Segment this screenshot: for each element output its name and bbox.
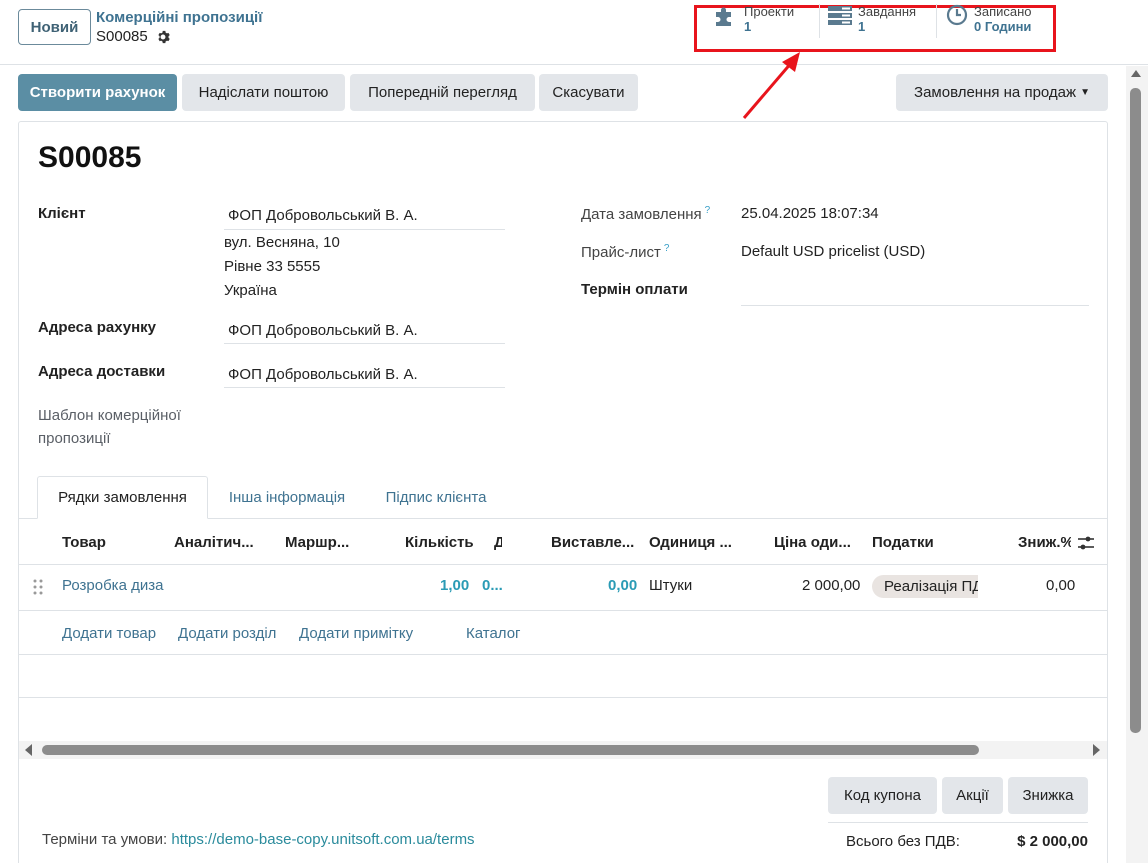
timesheet-hours: 0 Години [974, 19, 1032, 34]
row-uom[interactable]: Штуки [649, 577, 692, 594]
column-settings-icon[interactable] [1077, 535, 1095, 551]
client-address-country: Україна [224, 282, 277, 299]
tasks-count: 1 [858, 19, 866, 34]
help-icon[interactable]: ? [705, 205, 711, 216]
delivery-address-label: Адреса доставки [38, 363, 166, 380]
col-uom[interactable]: Одиниця ... [649, 534, 732, 551]
scroll-left-icon[interactable] [25, 744, 32, 756]
client-field[interactable]: ФОП Добровольський В. А. [228, 207, 418, 224]
quotation-template-label: Шаблон комерційної пропозиції [38, 407, 181, 447]
payment-terms-field[interactable] [741, 305, 1089, 306]
terms-and-conditions: Терміни та умови: https://demo-base-copy… [42, 831, 475, 848]
order-date-label: Дата замовлення? [581, 205, 711, 223]
breadcrumb: Комерційні пропозиції S00085 [96, 9, 262, 45]
row-unit-price[interactable]: 2 000,00 [802, 577, 860, 594]
new-button[interactable]: Новий [18, 9, 91, 45]
cancel-button[interactable]: Скасувати [539, 74, 638, 111]
breadcrumb-current: S00085 [96, 28, 148, 45]
row-product[interactable]: Розробка диза [62, 577, 163, 594]
pricelist-field[interactable]: Default USD pricelist (USD) [741, 243, 925, 260]
catalog-link[interactable]: Каталог [466, 625, 521, 642]
col-quantity[interactable]: Кількість [405, 534, 474, 551]
preview-button[interactable]: Попередній перегляд [350, 74, 535, 111]
sales-order-menu-label: Замовлення на продаж [914, 84, 1077, 101]
client-address-city: Рівне 33 5555 [224, 258, 321, 275]
client-label: Клієнт [38, 205, 86, 222]
add-product-link[interactable]: Додати товар [62, 625, 156, 642]
horizontal-scroll-thumb[interactable] [42, 745, 979, 755]
col-route[interactable]: Маршр... [285, 534, 349, 551]
invoice-address-label: Адреса рахунку [38, 319, 156, 336]
clock-icon [946, 4, 968, 26]
row-delivered[interactable]: 0... [482, 577, 503, 594]
sales-order-menu[interactable]: Замовлення на продаж ▼ [896, 74, 1108, 111]
gear-icon[interactable] [156, 30, 170, 44]
col-product[interactable]: Товар [62, 534, 106, 551]
tasks-icon [828, 6, 852, 25]
projects-count: 1 [744, 19, 752, 34]
delivery-address-field[interactable]: ФОП Добровольський В. А. [228, 366, 418, 383]
discount-button[interactable]: Знижка [1008, 777, 1088, 814]
invoice-address-field[interactable]: ФОП Добровольський В. А. [228, 322, 418, 339]
tab-order-lines[interactable]: Рядки замовлення [37, 476, 208, 519]
projects-smart-button[interactable]: Проекти 1 [714, 4, 794, 37]
scroll-right-icon[interactable] [1093, 744, 1100, 756]
create-invoice-button[interactable]: Створити рахунок [18, 74, 177, 111]
terms-link[interactable]: https://demo-base-copy.unitsoft.com.ua/t… [171, 831, 474, 848]
subtotal-value: $ 2 000,00 [1017, 833, 1088, 850]
col-delivered[interactable]: Д [494, 534, 502, 551]
col-invoiced[interactable]: Виставле... [551, 534, 634, 551]
send-email-button[interactable]: Надіслати поштою [182, 74, 345, 111]
col-taxes[interactable]: Податки [872, 534, 934, 551]
row-tax-badge[interactable]: Реалізація ПДВ [872, 575, 978, 598]
row-discount[interactable]: 0,00 [1046, 577, 1075, 594]
coupon-code-button[interactable]: Код купона [828, 777, 937, 814]
vertical-scroll-thumb[interactable] [1130, 88, 1141, 733]
pricelist-label: Прайс-лист? [581, 243, 670, 261]
help-icon[interactable]: ? [664, 243, 670, 254]
tab-other-info[interactable]: Інша інформація [214, 476, 360, 519]
subtotal-label: Всього без ПДВ: [846, 833, 960, 850]
control-panel: Новий Комерційні пропозиції S00085 Проек… [0, 0, 1148, 65]
row-invoiced: 0,00 [608, 577, 638, 594]
add-note-link[interactable]: Додати примітку [299, 625, 413, 642]
tab-customer-signature[interactable]: Підпис клієнта [372, 476, 500, 519]
annotation-arrow [742, 52, 800, 119]
puzzle-icon [716, 7, 731, 26]
col-unit-price[interactable]: Ціна оди... [774, 534, 851, 551]
timesheet-label: Записано [974, 4, 1032, 19]
row-quantity[interactable]: 1,00 [440, 577, 469, 594]
breadcrumb-parent-link[interactable]: Комерційні пропозиції [96, 9, 262, 26]
tasks-label: Завдання [858, 4, 917, 19]
add-section-link[interactable]: Додати розділ [178, 625, 276, 642]
scroll-up-icon[interactable] [1131, 70, 1141, 77]
payment-terms-label: Термін оплати [581, 281, 688, 298]
caret-down-icon: ▼ [1080, 87, 1090, 98]
page-title: S00085 [38, 141, 142, 174]
client-address-street: вул. Весняна, 10 [224, 234, 340, 251]
col-analytic[interactable]: Аналітич... [174, 534, 254, 551]
order-date-field[interactable]: 25.04.2025 18:07:34 [741, 205, 879, 222]
timesheet-smart-button[interactable]: Записано 0 Години [946, 4, 1032, 37]
col-discount[interactable]: Зниж.% [1018, 534, 1071, 551]
drag-handle-icon[interactable] [33, 579, 43, 595]
tasks-smart-button[interactable]: Завдання 1 [828, 4, 916, 37]
projects-label: Проекти [744, 4, 795, 19]
promotions-button[interactable]: Акції [942, 777, 1003, 814]
